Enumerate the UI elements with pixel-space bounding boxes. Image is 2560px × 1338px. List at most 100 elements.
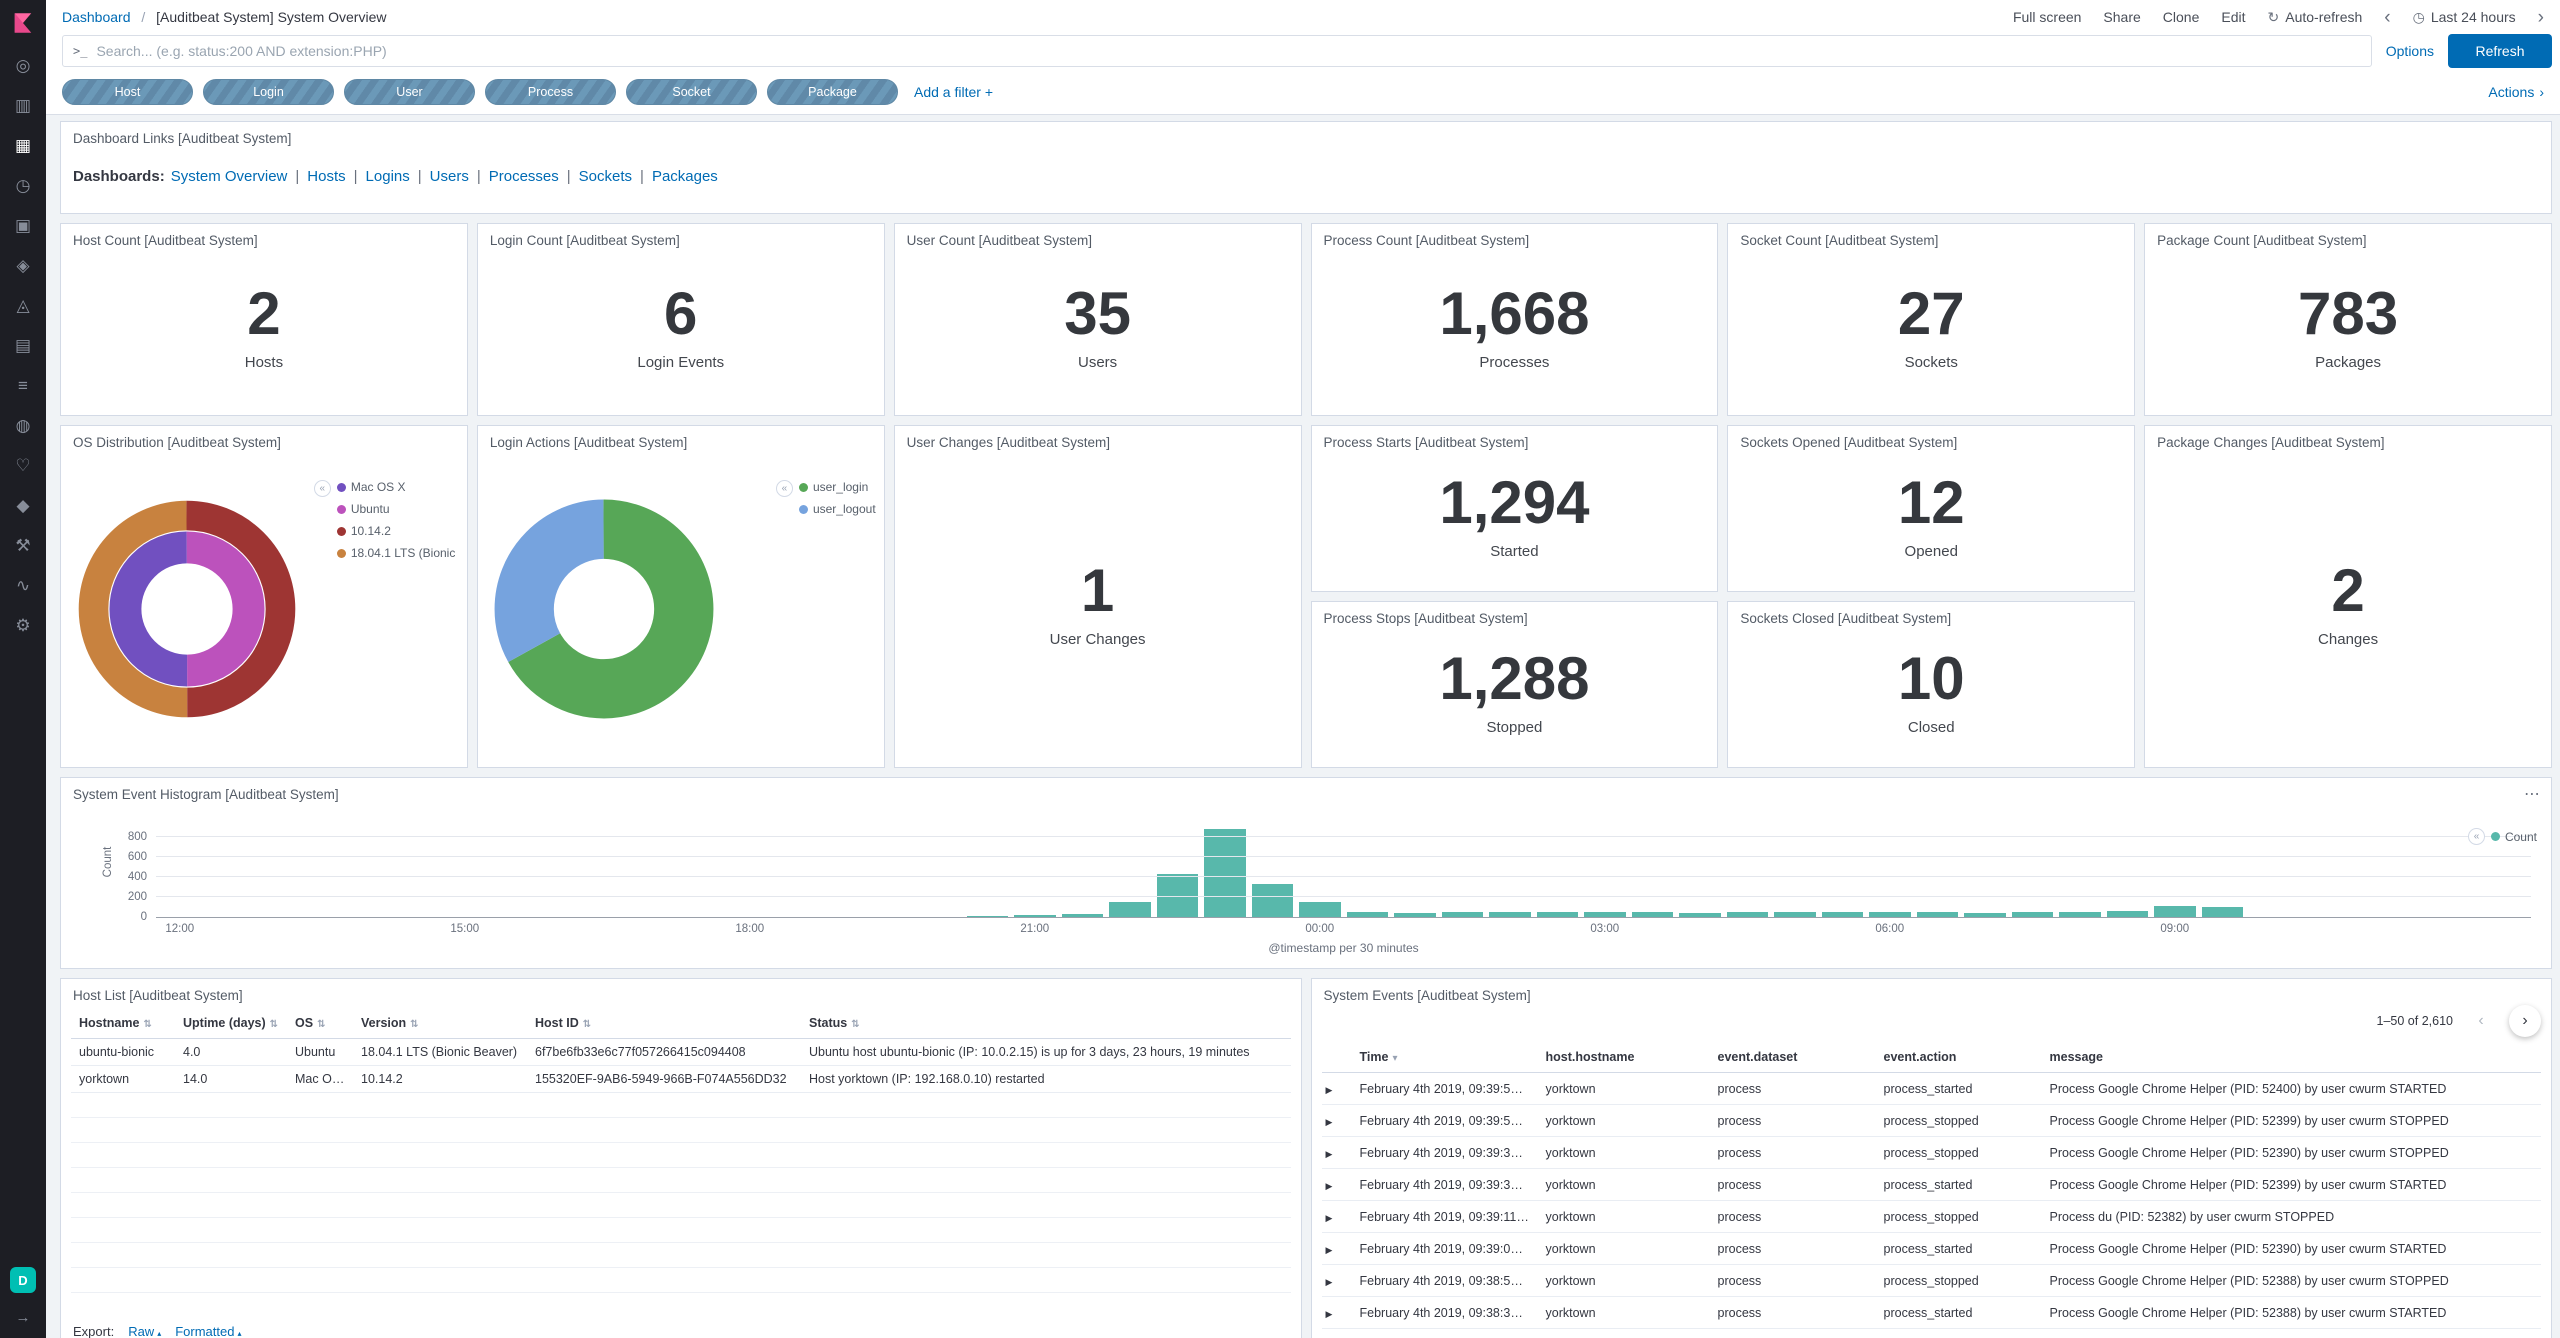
add-filter-link[interactable]: Add a filter + xyxy=(914,84,993,100)
histogram-bar[interactable] xyxy=(1394,913,1436,918)
filter-pill-process[interactable]: Process xyxy=(485,79,616,105)
column-header[interactable]: Host ID⇅ xyxy=(527,1007,801,1039)
histogram-bar[interactable] xyxy=(1299,902,1341,918)
time-back-icon[interactable]: ‹ xyxy=(2384,8,2390,27)
filter-pill-package[interactable]: Package xyxy=(767,79,898,105)
histogram-bar[interactable] xyxy=(2154,906,2196,918)
monitoring-icon[interactable]: ∿ xyxy=(0,566,46,606)
page-prev-icon[interactable]: ‹ xyxy=(2465,1005,2497,1037)
column-header[interactable]: event.action xyxy=(1876,1041,2042,1073)
histogram-bar[interactable] xyxy=(1442,912,1484,917)
time-picker[interactable]: ◷ Last 24 hours xyxy=(2413,9,2516,26)
column-header[interactable]: host.hostname xyxy=(1538,1041,1710,1073)
management-icon[interactable]: ⚙ xyxy=(0,606,46,646)
filter-pill-host[interactable]: Host xyxy=(62,79,193,105)
full-screen-button[interactable]: Full screen xyxy=(2013,9,2081,25)
panel-menu-icon[interactable]: ⋯ xyxy=(2524,784,2541,804)
table-row[interactable]: yorktown14.0Mac OS X10.14.2155320EF-9AB6… xyxy=(71,1066,1291,1093)
histogram-bar[interactable] xyxy=(1679,913,1721,917)
histogram-bar[interactable] xyxy=(1014,915,1056,917)
histogram-bar[interactable] xyxy=(2202,907,2244,918)
expand-row-icon[interactable]: ▶ xyxy=(1326,1213,1333,1223)
histogram-bar[interactable] xyxy=(1062,914,1104,917)
time-forward-icon[interactable]: › xyxy=(2538,8,2544,27)
table-row[interactable]: ubuntu-bionic4.0Ubuntu18.04.1 LTS (Bioni… xyxy=(71,1039,1291,1066)
clone-button[interactable]: Clone xyxy=(2163,9,2200,25)
login-actions-donut[interactable] xyxy=(490,495,718,723)
legend-toggle-icon[interactable]: « xyxy=(2468,828,2485,845)
expand-row-icon[interactable]: ▶ xyxy=(1326,1277,1333,1287)
breadcrumb-dashboard-link[interactable]: Dashboard xyxy=(62,9,131,25)
histogram-bar[interactable] xyxy=(1109,902,1151,917)
dashboard-link[interactable]: Users xyxy=(430,168,469,185)
column-header[interactable]: Uptime (days)⇅ xyxy=(175,1007,287,1039)
search-box[interactable]: >_ xyxy=(62,35,2372,67)
column-header[interactable]: Hostname⇅ xyxy=(71,1007,175,1039)
legend-item[interactable]: 10.14.2 xyxy=(337,524,459,538)
legend-item[interactable]: user_login xyxy=(799,480,876,494)
expand-row-icon[interactable]: ▶ xyxy=(1326,1149,1333,1159)
space-badge[interactable]: D xyxy=(10,1267,36,1293)
options-link[interactable]: Options xyxy=(2386,43,2434,59)
histogram-bar[interactable] xyxy=(1204,829,1246,917)
dashboard-link[interactable]: System Overview xyxy=(171,168,288,185)
export-formatted-link[interactable]: Formatted▴ xyxy=(175,1324,241,1338)
histogram-bar[interactable] xyxy=(1917,912,1959,917)
visualize-icon[interactable]: ▥ xyxy=(0,86,46,126)
discover-icon[interactable]: ◎ xyxy=(0,46,46,86)
edit-button[interactable]: Edit xyxy=(2221,9,2245,25)
histogram-bar[interactable] xyxy=(2059,912,2101,917)
apm-icon[interactable]: ◍ xyxy=(0,406,46,446)
machine-learning-icon[interactable]: ◬ xyxy=(0,286,46,326)
histogram-bar[interactable] xyxy=(1347,912,1389,918)
histogram-bar[interactable] xyxy=(1252,884,1294,917)
canvas-icon[interactable]: ▣ xyxy=(0,206,46,246)
dashboard-icon[interactable]: ▦ xyxy=(0,126,46,166)
kibana-logo[interactable] xyxy=(0,0,46,46)
logs-icon[interactable]: ≡ xyxy=(0,366,46,406)
uptime-icon[interactable]: ♡ xyxy=(0,446,46,486)
dashboard-link[interactable]: Packages xyxy=(652,168,718,185)
filter-pill-login[interactable]: Login xyxy=(203,79,334,105)
maps-icon[interactable]: ◈ xyxy=(0,246,46,286)
histogram-bar[interactable] xyxy=(967,916,1009,917)
histogram-bar[interactable] xyxy=(1584,912,1626,917)
graph-icon[interactable]: ◆ xyxy=(0,486,46,526)
histogram-bar[interactable] xyxy=(1727,912,1769,917)
column-header[interactable]: event.dataset xyxy=(1710,1041,1876,1073)
histogram-bar[interactable] xyxy=(2107,911,2149,917)
page-next-icon[interactable]: › xyxy=(2509,1005,2541,1037)
histogram-bar[interactable] xyxy=(1632,912,1674,917)
expand-row-icon[interactable]: ▶ xyxy=(1326,1117,1333,1127)
histogram-bar[interactable] xyxy=(1964,913,2006,918)
histogram-bar[interactable] xyxy=(1774,912,1816,917)
column-header[interactable]: Time▾ xyxy=(1352,1041,1538,1073)
expand-row-icon[interactable]: ▶ xyxy=(1326,1085,1333,1095)
legend-item[interactable]: Count xyxy=(2491,830,2537,844)
share-button[interactable]: Share xyxy=(2103,9,2140,25)
expand-row-icon[interactable]: ▶ xyxy=(1326,1181,1333,1191)
auto-refresh-button[interactable]: ↻ Auto-refresh xyxy=(2268,9,2363,26)
infrastructure-icon[interactable]: ▤ xyxy=(0,326,46,366)
dashboard-link[interactable]: Processes xyxy=(489,168,559,185)
legend-item[interactable]: Mac OS X xyxy=(337,480,459,494)
expand-row-icon[interactable]: ▶ xyxy=(1326,1309,1333,1319)
filter-pill-user[interactable]: User xyxy=(344,79,475,105)
legend-toggle-icon[interactable]: « xyxy=(314,480,331,497)
dev-tools-icon[interactable]: ⚒ xyxy=(0,526,46,566)
timelion-icon[interactable]: ◷ xyxy=(0,166,46,206)
legend-item[interactable]: 18.04.1 LTS (Bionic B... xyxy=(337,546,459,560)
legend-toggle-icon[interactable]: « xyxy=(776,480,793,497)
export-raw-link[interactable]: Raw▴ xyxy=(128,1324,161,1338)
dashboard-link[interactable]: Hosts xyxy=(307,168,345,185)
filter-pill-socket[interactable]: Socket xyxy=(626,79,757,105)
column-header[interactable]: OS⇅ xyxy=(287,1007,353,1039)
dashboard-link[interactable]: Sockets xyxy=(579,168,632,185)
filter-actions-link[interactable]: Actions › xyxy=(2488,84,2544,100)
legend-item[interactable]: user_logout xyxy=(799,502,876,516)
histogram-bar[interactable] xyxy=(1869,912,1911,917)
expand-row-icon[interactable]: ▶ xyxy=(1326,1245,1333,1255)
column-header[interactable]: Status⇅ xyxy=(801,1007,1291,1039)
search-input[interactable] xyxy=(96,43,2360,59)
os-distribution-donut[interactable] xyxy=(73,495,301,723)
